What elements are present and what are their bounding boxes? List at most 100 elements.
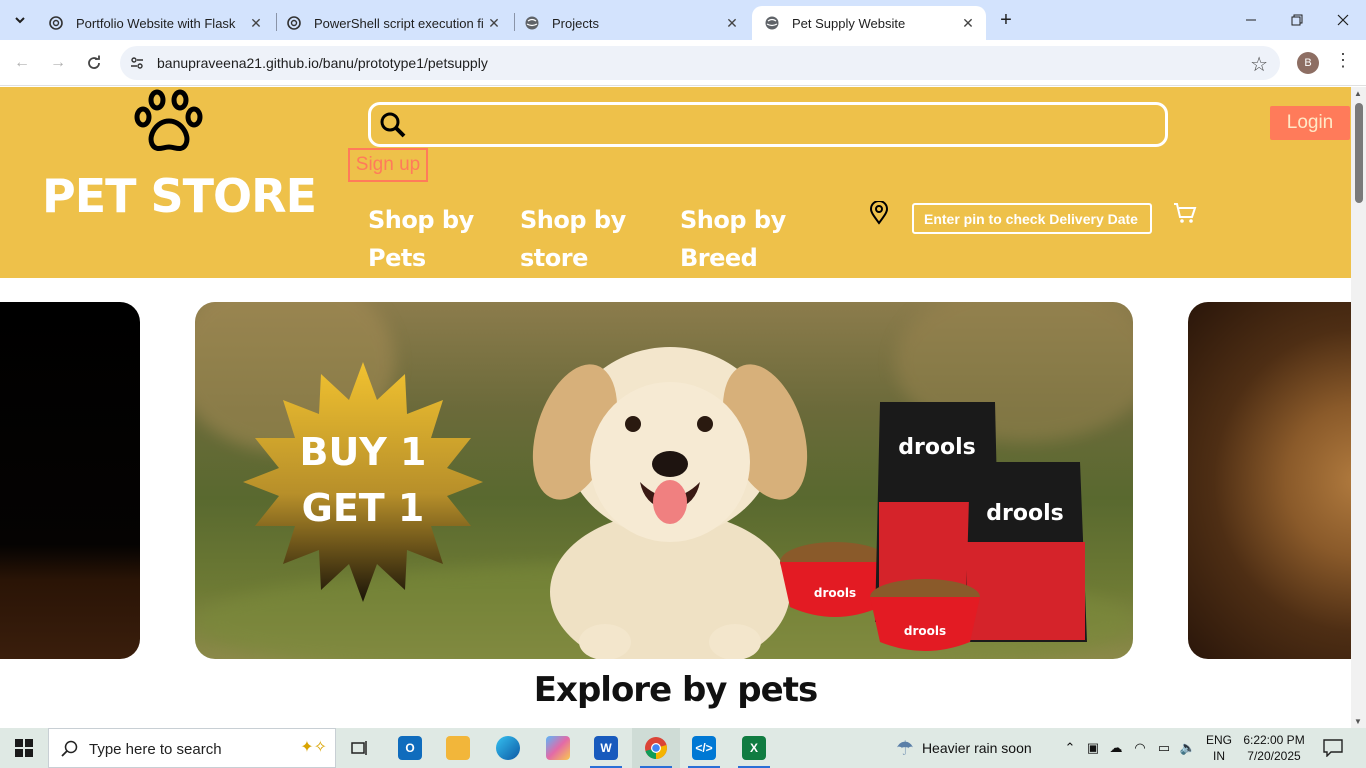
copilot-icon [546, 736, 570, 760]
close-icon[interactable]: ✕ [722, 13, 742, 33]
task-view-icon [351, 741, 367, 755]
excel-app[interactable]: X [730, 728, 778, 768]
close-icon[interactable]: ✕ [958, 13, 978, 33]
bag-brand-label: drools [898, 435, 975, 460]
bowl-brand-label: drools [814, 586, 856, 600]
edge-app[interactable] [484, 728, 532, 768]
lang-region: IN [1213, 749, 1225, 763]
close-icon[interactable]: ✕ [246, 13, 266, 33]
notification-center-button[interactable] [1320, 736, 1346, 760]
search-input[interactable] [415, 111, 1155, 139]
nav-label-line: Shop by [680, 206, 786, 234]
forward-button[interactable]: → [46, 51, 70, 75]
word-app[interactable]: W [582, 728, 630, 768]
tab-portfolio[interactable]: Portfolio Website with Flask ✕ [36, 6, 274, 40]
task-view-button[interactable] [336, 728, 384, 768]
back-button[interactable]: ← [10, 51, 34, 75]
profile-avatar[interactable]: B [1297, 52, 1319, 74]
nav-shop-by-pets[interactable]: Shop by Pets [368, 201, 498, 277]
dog-food-products-image: drools drools drools drools [780, 402, 1087, 651]
system-clock[interactable]: 6:22:00 PM 7/20/2025 [1240, 732, 1308, 764]
carousel-slide-current[interactable]: BUY 1 GET 1 drools drools drools drools [195, 302, 1133, 659]
search-icon [61, 740, 78, 757]
carousel-slide-next[interactable] [1188, 302, 1351, 659]
address-bar[interactable]: banupraveena21.github.io/banu/prototype1… [120, 46, 1280, 80]
lang-code: ENG [1205, 733, 1232, 747]
start-button[interactable] [0, 728, 48, 768]
taskbar-search-text: Type here to search [89, 741, 222, 758]
scroll-down-arrow[interactable]: ▼ [1354, 717, 1362, 726]
bookmark-star-icon[interactable]: ☆ [1250, 52, 1268, 77]
tab-projects[interactable]: Projects ✕ [512, 6, 750, 40]
window-close-button[interactable] [1320, 0, 1366, 40]
weather-text: Heavier rain soon [921, 740, 1032, 756]
reload-button[interactable] [82, 51, 106, 75]
search-icon[interactable] [379, 111, 407, 139]
close-icon [1337, 14, 1349, 26]
minimize-button[interactable] [1228, 0, 1274, 40]
tab-search-button[interactable] [8, 8, 32, 32]
weather-widget[interactable]: ☂ Heavier rain soon [896, 728, 1032, 768]
chatgpt-icon [48, 15, 64, 31]
clock-time: 6:22:00 PM [1243, 733, 1305, 747]
onedrive-icon[interactable]: ☁ [1106, 728, 1126, 768]
wifi-icon[interactable]: ◠ [1130, 728, 1150, 768]
tab-powershell[interactable]: PowerShell script execution fix ✕ [274, 6, 512, 40]
tab-title: PowerShell script execution fix [314, 15, 484, 31]
search-bar[interactable] [368, 102, 1168, 147]
tab-pet-supply[interactable]: Pet Supply Website ✕ [752, 6, 986, 40]
carousel-slide-previous[interactable] [0, 302, 140, 659]
edge-icon [496, 736, 520, 760]
site-info-icon[interactable] [128, 54, 146, 72]
taskbar: Type here to search ✦✧ O W </> X ☂ Heavi… [0, 728, 1366, 768]
more-menu-icon[interactable]: ⋮ [1334, 50, 1352, 71]
page-scrollbar[interactable]: ▲ ▼ [1351, 87, 1366, 728]
tab-title: Projects [552, 15, 599, 31]
scrollbar-thumb[interactable] [1355, 103, 1363, 203]
nav-label-line: Pets [368, 244, 426, 272]
section-title: Explore by pets [533, 670, 818, 710]
nav-shop-by-breed[interactable]: Shop by Breed [680, 201, 810, 277]
site-brand[interactable]: PET STORE [42, 169, 317, 223]
excel-icon: X [742, 736, 766, 760]
offer-line: GET 1 [301, 486, 425, 530]
tab-title: Pet Supply Website [792, 15, 906, 31]
cart-icon[interactable] [1173, 201, 1197, 225]
taskbar-search-box[interactable]: Type here to search ✦✧ [48, 728, 336, 768]
outlook-icon: O [398, 736, 422, 760]
bag-brand-label: drools [986, 501, 1063, 526]
vscode-icon: </> [692, 736, 716, 760]
copilot-app[interactable] [534, 728, 582, 768]
restore-button[interactable] [1274, 0, 1320, 40]
nav-shop-by-store[interactable]: Shop by store [520, 201, 650, 277]
web-page: PET STORE Sign up Login Shop by Pets Sho… [0, 87, 1351, 728]
url-text: banupraveena21.github.io/banu/prototype1… [157, 55, 488, 71]
volume-icon[interactable]: 🔈 [1178, 728, 1198, 768]
show-hidden-icons-button[interactable]: ⌃ [1060, 728, 1080, 768]
vscode-app[interactable]: </> [680, 728, 728, 768]
offer-line: BUY 1 [299, 430, 427, 474]
restore-icon [1291, 14, 1303, 26]
chatgpt-icon [286, 15, 302, 31]
delivery-pin-input[interactable] [912, 203, 1152, 234]
nav-label-line: store [520, 244, 588, 272]
chrome-app[interactable] [632, 728, 680, 768]
new-tab-button[interactable]: + [994, 8, 1018, 32]
nav-label-line: Breed [680, 244, 758, 272]
language-indicator[interactable]: ENG IN [1204, 732, 1234, 764]
signup-button[interactable]: Sign up [348, 148, 428, 182]
offer-text: BUY 1 GET 1 [283, 424, 443, 536]
file-explorer-app[interactable] [434, 728, 482, 768]
login-button[interactable]: Login [1270, 106, 1350, 140]
chrome-icon [645, 737, 667, 759]
nav-label-line: Shop by [520, 206, 626, 234]
battery-icon[interactable]: ▭ [1154, 728, 1174, 768]
outlook-app[interactable]: O [386, 728, 434, 768]
paw-logo-icon [134, 89, 203, 151]
meet-now-icon[interactable]: ▣ [1084, 728, 1102, 768]
close-icon[interactable]: ✕ [484, 13, 504, 33]
tab-title: Portfolio Website with Flask [76, 15, 236, 31]
windows-logo-icon [15, 739, 33, 757]
location-pin-icon [869, 201, 889, 225]
scroll-up-arrow[interactable]: ▲ [1354, 89, 1362, 98]
